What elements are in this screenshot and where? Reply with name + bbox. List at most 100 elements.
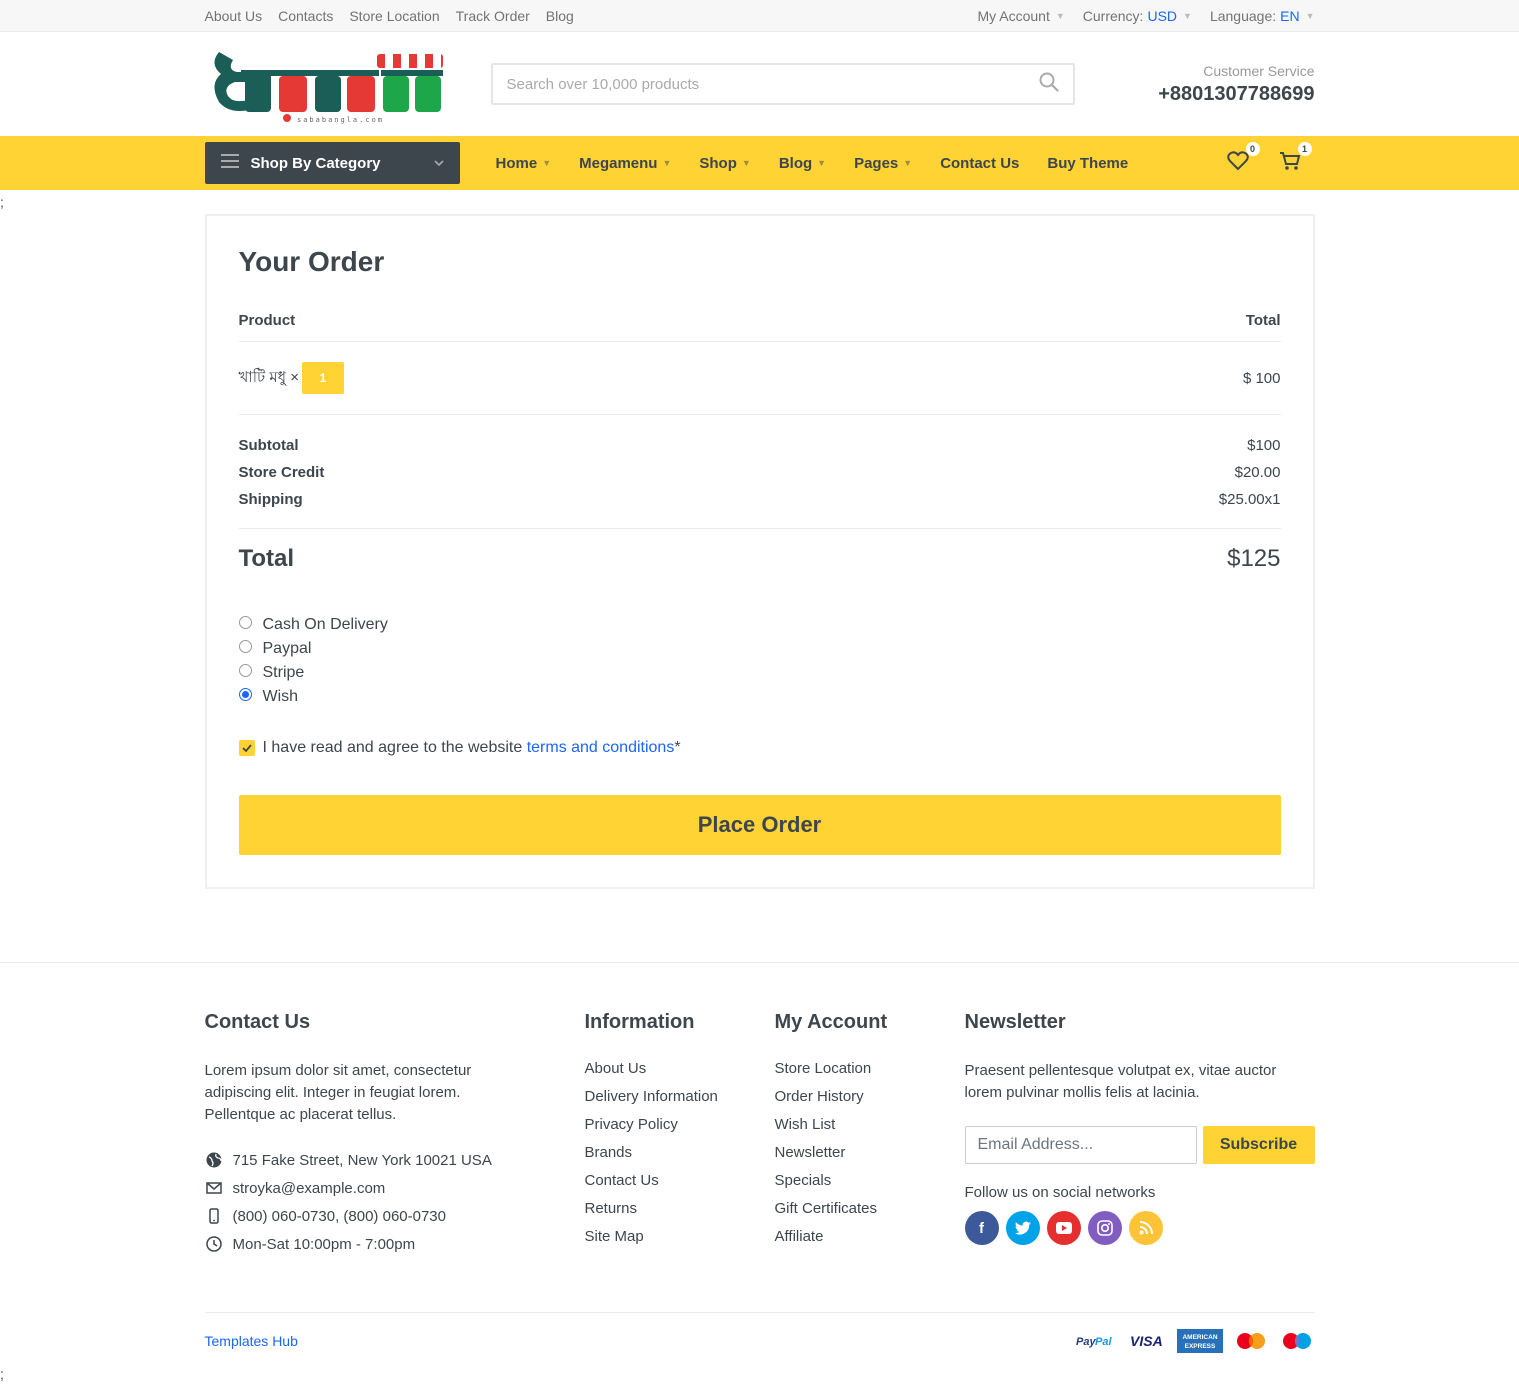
product-quantity: 1 (302, 362, 344, 394)
youtube-icon[interactable] (1046, 1211, 1081, 1245)
payment-option-cod[interactable]: Cash On Delivery (238, 613, 1281, 637)
chevron-down-icon: ▼ (662, 158, 672, 168)
topbar-link-contacts[interactable]: Contacts (278, 8, 333, 24)
topbar: About Us Contacts Store Location Track O… (0, 0, 1519, 32)
stray-text: ; (0, 194, 4, 210)
search-icon[interactable] (1039, 72, 1059, 97)
footer-link[interactable]: Site Map (585, 1228, 775, 1256)
nav-item-shop[interactable]: Shop ▼ (685, 155, 764, 172)
email-text: stroyka@example.com (232, 1179, 386, 1197)
payment-option-stripe[interactable]: Stripe (238, 661, 1281, 685)
footer-link[interactable]: Delivery Information (585, 1088, 775, 1116)
payment-label: Stripe (262, 664, 305, 681)
footer-link[interactable]: Wish List (775, 1116, 965, 1144)
visa-icon: VISA (1130, 1333, 1163, 1349)
language-value: EN (1280, 8, 1300, 24)
site-logo[interactable]: sababangla.com (205, 44, 449, 124)
footer-newsletter-title: Newsletter (964, 1011, 1066, 1033)
currency-label: Currency: (1082, 8, 1144, 24)
nav-item-label: Pages (854, 154, 899, 172)
nav-item-contact-us[interactable]: Contact Us (926, 155, 1033, 172)
footer-link[interactable]: Store Location (775, 1060, 965, 1088)
topbar-links: About Us Contacts Store Location Track O… (205, 8, 574, 24)
footer-link[interactable]: About Us (585, 1060, 775, 1088)
hours-text: Mon-Sat 10:00pm - 7:00pm (232, 1235, 416, 1253)
customer-service-phone[interactable]: +8801307788699 (1158, 83, 1314, 106)
total-value: $125 (1227, 545, 1281, 572)
footer-link[interactable]: Newsletter (775, 1144, 965, 1172)
terms-link[interactable]: terms and conditions (527, 739, 675, 757)
site-header: sababangla.com Customer Service +8801307… (0, 32, 1519, 136)
nav-item-blog[interactable]: Blog ▼ (765, 155, 840, 172)
footer-link[interactable]: Specials (775, 1172, 965, 1200)
payment-label: Paypal (262, 640, 312, 657)
radio-button-selected[interactable] (238, 687, 252, 701)
chevron-down-icon: ▼ (1305, 11, 1315, 21)
place-order-button[interactable]: Place Order (238, 795, 1281, 855)
topbar-link-about[interactable]: About Us (205, 8, 263, 24)
radio-button[interactable] (238, 663, 252, 677)
nav-item-buy-theme[interactable]: Buy Theme (1033, 155, 1142, 172)
order-grand-total: Total $125 (239, 529, 1281, 573)
newsletter-email-input[interactable] (964, 1126, 1197, 1164)
order-title: Your Order (238, 246, 385, 277)
svg-text:Pay: Pay (1076, 1336, 1096, 1348)
newsletter-text: Praesent pellentesque volutpat ex, vitae… (964, 1062, 1277, 1101)
subscribe-button[interactable]: Subscribe (1202, 1126, 1315, 1164)
footer-link[interactable]: Contact Us (585, 1172, 775, 1200)
instagram-icon[interactable] (1087, 1211, 1122, 1245)
store-credit-value: $20.00 (1234, 464, 1281, 481)
topbar-link-track-order[interactable]: Track Order (456, 8, 530, 24)
payment-option-paypal[interactable]: Paypal (238, 637, 1281, 661)
chevron-down-icon: ▼ (741, 158, 751, 168)
shipping-label: Shipping (238, 491, 303, 508)
subtotal-label: Subtotal (238, 437, 299, 454)
footer-newsletter: Newsletter Praesent pellentesque volutpa… (964, 1011, 1315, 1258)
mastercard-icon (1236, 1332, 1265, 1349)
main-menu: Home ▼ Megamenu ▼ Shop ▼ Blog ▼ Pages ▼ Conta… (482, 155, 1143, 172)
nav-item-label: Buy Theme (1047, 154, 1129, 172)
radio-button[interactable] (238, 615, 252, 629)
search-input[interactable] (506, 75, 1039, 93)
templates-hub-link[interactable]: Templates Hub (205, 1333, 298, 1349)
nav-item-home[interactable]: Home ▼ (482, 155, 566, 172)
facebook-icon[interactable]: f (964, 1211, 999, 1245)
topbar-link-blog[interactable]: Blog (546, 8, 574, 24)
chevron-down-icon: ▼ (1055, 11, 1065, 21)
rss-icon[interactable] (1128, 1211, 1163, 1245)
currency-dropdown[interactable]: Currency: USD ▼ (1083, 8, 1192, 24)
menu-icon (220, 154, 239, 172)
cart-count-badge: 1 (1297, 142, 1312, 156)
terms-required-mark: * (674, 739, 681, 756)
footer-account-title: My Account (774, 1011, 888, 1033)
search-bar (490, 63, 1075, 105)
radio-button[interactable] (238, 639, 252, 653)
footer-link[interactable]: Brands (585, 1144, 775, 1172)
shop-by-category-button[interactable]: Shop By Category (204, 142, 460, 184)
customer-service-label: Customer Service (1203, 62, 1315, 79)
footer-email[interactable]: stroyka@example.com (205, 1174, 585, 1202)
my-account-dropdown[interactable]: My Account ▼ (977, 8, 1064, 24)
footer-link[interactable]: Order History (775, 1088, 965, 1116)
phone-text: (800) 060-0730, (800) 060-0730 (232, 1207, 447, 1225)
topbar-link-store-location[interactable]: Store Location (349, 8, 439, 24)
store-credit-label: Store Credit (238, 464, 325, 481)
footer-link[interactable]: Gift Certificates (775, 1200, 965, 1228)
terms-checkbox[interactable] (238, 740, 255, 756)
nav-item-megamenu[interactable]: Megamenu ▼ (565, 155, 685, 172)
order-totals: Subtotal $100 Store Credit $20.00 Shipping… (238, 415, 1281, 529)
nav-item-pages[interactable]: Pages ▼ (840, 155, 926, 172)
wishlist-button[interactable]: 0 (1225, 142, 1260, 176)
footer-link[interactable]: Affiliate (775, 1228, 965, 1256)
footer-link[interactable]: Privacy Policy (585, 1116, 775, 1144)
product-total: $ 100 (1242, 369, 1281, 387)
twitter-icon[interactable] (1005, 1211, 1040, 1245)
amex-icon: AMERICAN EXPRESS (1176, 1328, 1223, 1353)
cart-button[interactable]: 1 (1277, 142, 1312, 176)
shipping-value: $25.00x1 (1218, 491, 1281, 508)
payment-option-wish[interactable]: Wish (238, 685, 1281, 709)
language-dropdown[interactable]: Language: EN ▼ (1210, 8, 1315, 24)
svg-text:sababangla.com: sababangla.com (297, 116, 384, 124)
footer-link[interactable]: Returns (585, 1200, 775, 1228)
col-total: Total (1245, 312, 1281, 329)
